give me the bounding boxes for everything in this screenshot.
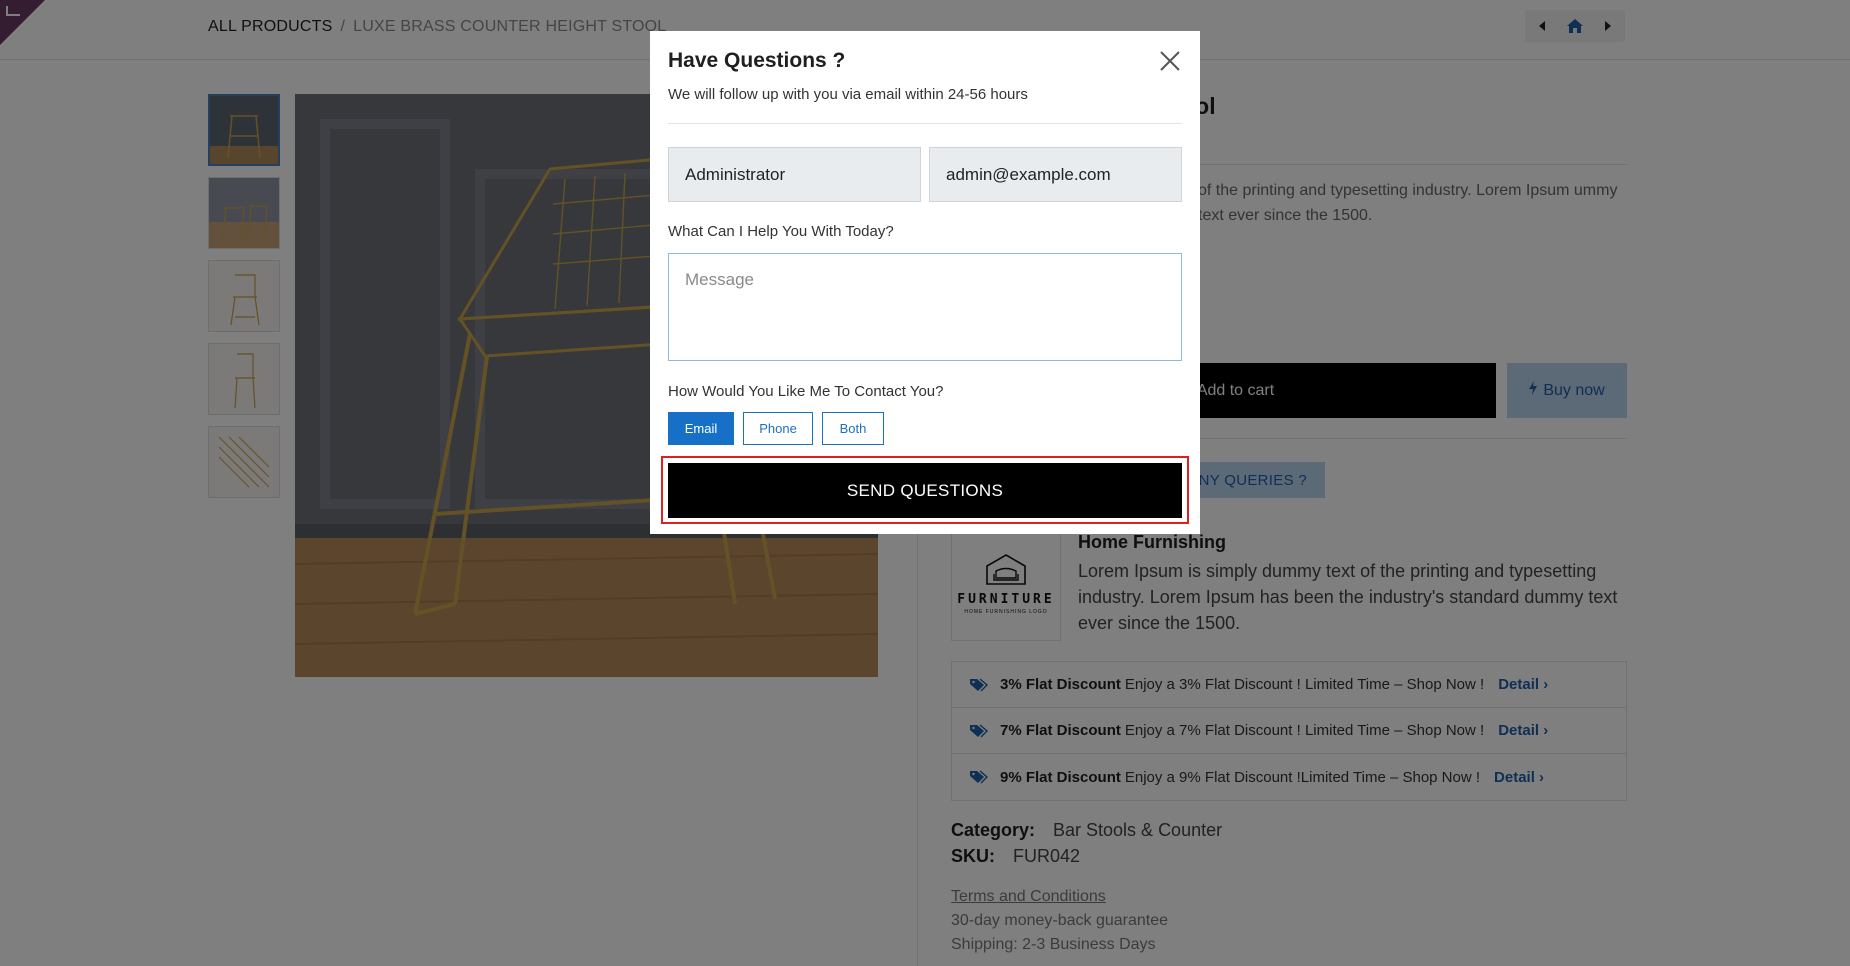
dialog-subtitle: We will follow up with you via email wit…: [668, 86, 1028, 103]
name-field[interactable]: [668, 147, 921, 202]
contact-option-email[interactable]: Email: [668, 412, 734, 445]
contact-option-both[interactable]: Both: [822, 412, 884, 445]
contact-option-phone[interactable]: Phone: [743, 412, 813, 445]
message-input[interactable]: [668, 253, 1182, 361]
have-questions-dialog: Have Questions ? We will follow up with …: [650, 31, 1200, 534]
send-questions-button[interactable]: SEND QUESTIONS: [668, 463, 1182, 518]
help-label: What Can I Help You With Today?: [668, 223, 894, 240]
close-icon[interactable]: [1158, 49, 1182, 73]
dialog-title: Have Questions ?: [668, 49, 846, 72]
contact-method-label: How Would You Like Me To Contact You?: [668, 383, 944, 400]
separator: [668, 123, 1182, 124]
email-field[interactable]: [929, 147, 1182, 202]
